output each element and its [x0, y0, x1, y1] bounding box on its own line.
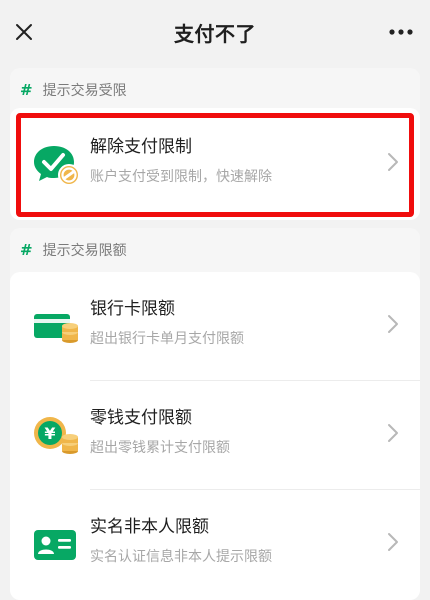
row-subtitle: 超出零钱累计支付限额 — [90, 440, 230, 456]
section-title-label: 提示交易受限 — [42, 83, 127, 99]
chevron-right-icon — [388, 533, 398, 551]
row-title: 银行卡限额 — [90, 299, 175, 319]
list-item-bank-card-limit[interactable]: 银行卡限额 超出银行卡单月支付限额 — [10, 272, 420, 380]
section-title-limits: # 提示交易限额 — [20, 238, 127, 262]
row-title: 解除支付限制 — [90, 137, 192, 157]
row-subtitle: 账户支付受到限制，快速解除 — [90, 169, 272, 185]
list-item-change-limit[interactable]: ¥ 零钱支付限额 超出零钱累计支付限额 — [10, 381, 420, 489]
id-card-icon — [34, 530, 76, 560]
section-title-label: 提示交易限额 — [42, 243, 127, 259]
hash-icon: # — [20, 241, 33, 259]
hash-icon: # — [20, 81, 33, 99]
list-item-realname-limit[interactable]: 实名非本人限额 实名认证信息非本人提示限额 — [10, 490, 420, 598]
row-subtitle: 实名认证信息非本人提示限额 — [90, 549, 272, 565]
chevron-right-icon — [388, 153, 398, 171]
page-title: 支付不了 — [174, 22, 256, 46]
more-dots-icon — [389, 29, 413, 35]
row-title: 零钱支付限额 — [90, 408, 192, 428]
bank-card-coins-icon — [34, 314, 78, 343]
row-subtitle: 超出银行卡单月支付限额 — [90, 331, 244, 347]
section-title-restricted: # 提示交易受限 — [20, 78, 127, 102]
more-button[interactable] — [386, 18, 416, 46]
top-bar: 支付不了 — [0, 0, 430, 64]
wechat-restricted-icon — [34, 146, 80, 186]
chevron-right-icon — [388, 315, 398, 333]
card-restricted: 解除支付限制 账户支付受到限制，快速解除 — [10, 108, 420, 220]
card-limits: 银行卡限额 超出银行卡单月支付限额 ¥ 零钱支付限额 超出零钱累计支付限额 实名… — [10, 272, 420, 600]
svg-text:¥: ¥ — [44, 424, 55, 443]
yuan-coins-icon: ¥ — [34, 417, 78, 454]
row-title: 实名非本人限额 — [90, 517, 209, 537]
list-item-unblock-payment[interactable]: 解除支付限制 账户支付受到限制，快速解除 — [10, 110, 420, 218]
chevron-right-icon — [388, 424, 398, 442]
